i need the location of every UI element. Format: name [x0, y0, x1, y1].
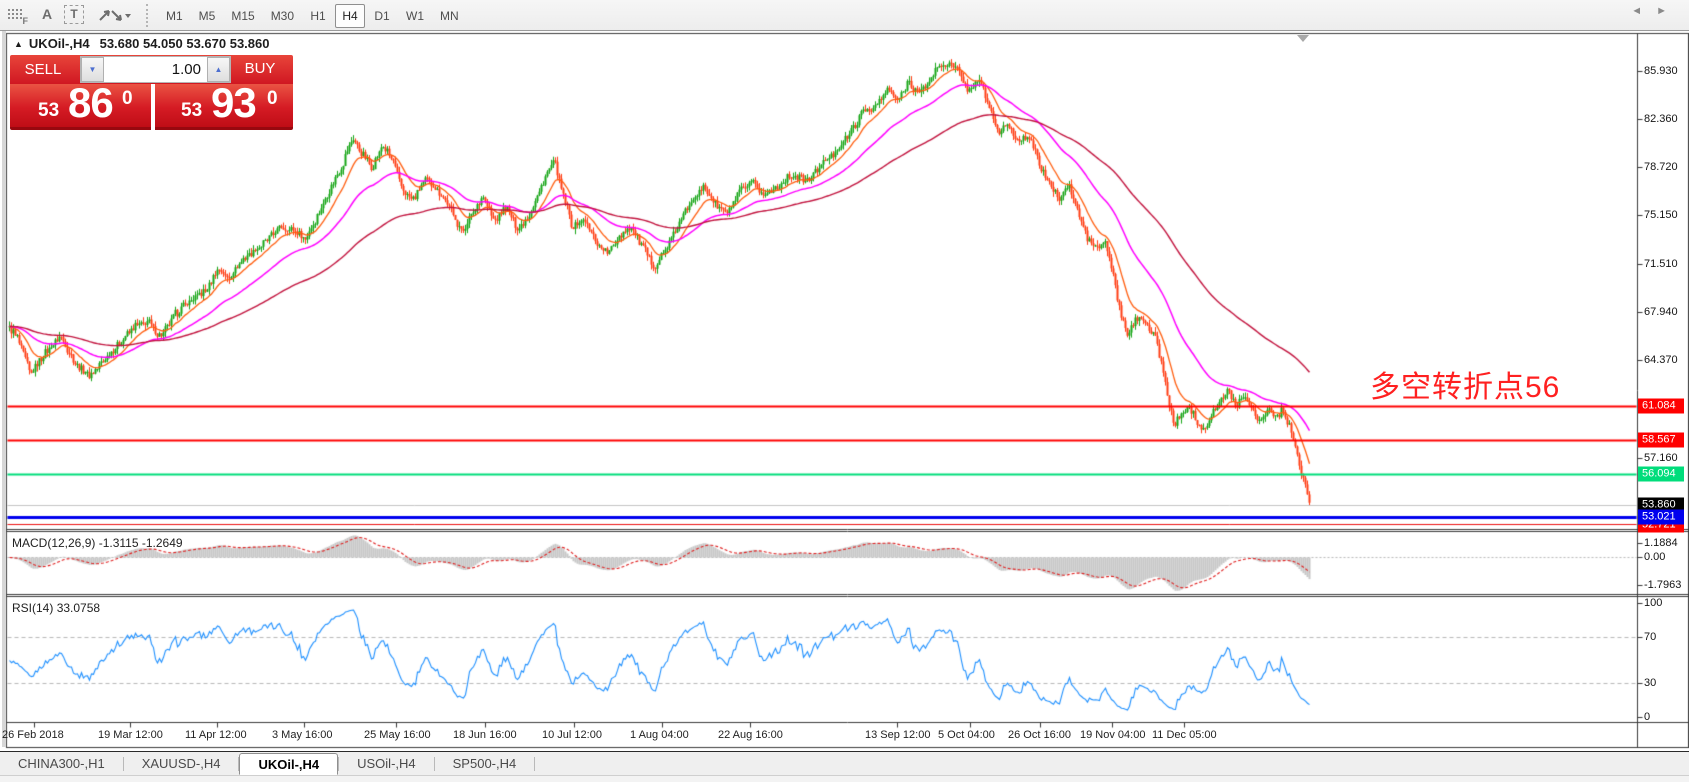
price-tick-label: 71.510: [1644, 258, 1678, 270]
price-badge-56.094: 56.094: [1638, 467, 1684, 482]
timeframe-button-h4[interactable]: H4: [335, 4, 365, 28]
timeframe-button-mn[interactable]: MN: [433, 4, 466, 28]
price-tick-label: 85.930: [1644, 65, 1678, 77]
indicator-tick-label: 70: [1644, 631, 1656, 643]
sell-price-sup: 0: [122, 88, 133, 110]
one-click-trade-panel: SELL ▼ ▲ BUY 53 86 0 53 93 0: [10, 55, 293, 130]
chart-tab-xauusdh4[interactable]: XAUUSD-,H4: [124, 752, 239, 775]
macd-label: MACD(12,26,9) -1.3115 -1.2649: [12, 536, 183, 550]
timeframe-button-m30[interactable]: M30: [264, 4, 301, 28]
text-box-icon[interactable]: T: [64, 5, 84, 24]
date-tick-label: 18 Jun 16:00: [453, 729, 517, 741]
date-tick-label: 19 Mar 12:00: [98, 729, 163, 741]
buy-button[interactable]: BUY: [227, 60, 293, 77]
macd-name: MACD(12,26,9): [12, 536, 95, 550]
quote-row: 53 86 0 53 93 0: [10, 84, 293, 130]
price-badge-58.567: 58.567: [1638, 433, 1684, 448]
price-badge-61.084: 61.084: [1638, 399, 1684, 414]
date-tick-label: 3 May 16:00: [272, 729, 333, 741]
cursor-arrows-icon[interactable]: [96, 6, 132, 24]
price-tick-label: 64.370: [1644, 354, 1678, 366]
chart-tab-china300h1[interactable]: CHINA300-,H1: [0, 752, 123, 775]
date-tick-label: 1 Aug 04:00: [630, 729, 689, 741]
macd-value-2: -1.2649: [142, 536, 183, 550]
tab-separator: [534, 757, 535, 771]
timeframe-button-m15[interactable]: M15: [224, 4, 261, 28]
timeframe-button-w1[interactable]: W1: [399, 4, 431, 28]
sell-quote[interactable]: 53 86 0: [10, 84, 151, 130]
buy-price-sup: 0: [267, 88, 278, 110]
sell-price-big: 86: [68, 79, 113, 127]
chart-tab-sp500h4[interactable]: SP500-,H4: [435, 752, 535, 775]
buy-quote[interactable]: 53 93 0: [155, 84, 293, 130]
tab-scroll-right-icon[interactable]: ►: [1656, 5, 1681, 17]
volume-input[interactable]: [104, 57, 207, 82]
date-tick-label: 5 Oct 04:00: [938, 729, 995, 741]
timeframe-button-m1[interactable]: M1: [159, 4, 190, 28]
timeframe-button-d1[interactable]: D1: [367, 4, 397, 28]
price-badge-53.021: 53.021: [1638, 510, 1684, 525]
grid-f-letter: F: [23, 16, 29, 26]
top-toolbar: F A T M1M5M15M30H1H4D1W1MN: [0, 0, 1689, 31]
chart-tab-ukoilh4[interactable]: UKOil-,H4: [239, 753, 338, 775]
indicator-tick-label: 100: [1644, 597, 1662, 609]
buy-price-big: 93: [211, 79, 256, 127]
status-bar: [0, 775, 1689, 782]
indicator-tick-label: 0: [1644, 711, 1650, 723]
window-frame-edge: [2, 31, 6, 747]
tab-scroll-arrows[interactable]: ◄►: [1631, 5, 1681, 17]
date-tick-label: 22 Aug 16:00: [718, 729, 783, 741]
rsi-value: 33.0758: [57, 601, 100, 615]
price-tick-label: 78.720: [1644, 161, 1678, 173]
chart-title: ▲ UKOil-,H4 53.680 54.050 53.670 53.860: [14, 36, 269, 51]
toolbar-separator: [146, 4, 151, 27]
date-tick-label: 26 Feb 2018: [2, 729, 64, 741]
indicator-tick-label: 30: [1644, 677, 1656, 689]
date-tick-label: 13 Sep 12:00: [865, 729, 930, 741]
date-tick-label: 26 Oct 16:00: [1008, 729, 1071, 741]
date-tick-label: 11 Apr 12:00: [185, 729, 247, 741]
last-bar-marker-icon[interactable]: [1297, 35, 1309, 42]
date-tick-label: 11 Dec 05:00: [1152, 729, 1217, 741]
indicator-tick-label: 1.1884: [1644, 537, 1678, 549]
chart-tab-usoilh4[interactable]: USOil-,H4: [339, 752, 434, 775]
ohlc-values: 53.680 54.050 53.670 53.860: [100, 36, 270, 51]
tab-scroll-left-icon[interactable]: ◄: [1631, 5, 1656, 17]
collapse-triangle-icon[interactable]: ▲: [14, 39, 23, 49]
price-tick-label: 75.150: [1644, 209, 1678, 221]
indicator-tick-label: -1.7963: [1644, 579, 1681, 591]
price-tick-label: 82.360: [1644, 113, 1678, 125]
timeframe-button-h1[interactable]: H1: [303, 4, 333, 28]
indicator-tick-label: 0.00: [1644, 551, 1665, 563]
date-tick-label: 10 Jul 12:00: [542, 729, 602, 741]
price-tick-label: 67.940: [1644, 306, 1678, 318]
rsi-name: RSI(14): [12, 601, 53, 615]
mt4-terminal: F A T M1M5M15M30H1H4D1W1MN ▲ UKOil-,H4 53.…: [0, 0, 1689, 782]
buy-price-small: 53: [181, 100, 202, 122]
chart-shift-grid-icon[interactable]: F: [8, 7, 28, 23]
sell-button[interactable]: SELL: [10, 61, 76, 78]
timeframe-buttons: M1M5M15M30H1H4D1W1MN: [158, 2, 467, 29]
macd-value-1: -1.3115: [99, 536, 139, 550]
symbol-name: UKOil-,H4: [29, 36, 90, 51]
rsi-label: RSI(14) 33.0758: [12, 601, 100, 615]
chart-tab-bar: CHINA300-,H1XAUUSD-,H4UKOil-,H4USOil-,H4…: [0, 751, 1689, 775]
chinese-annotation: 多空转折点56: [1370, 362, 1560, 406]
date-tick-label: 25 May 16:00: [364, 729, 431, 741]
date-tick-label: 19 Nov 04:00: [1080, 729, 1145, 741]
grid-dots: [8, 7, 23, 19]
timeframe-button-m5[interactable]: M5: [192, 4, 223, 28]
sell-price-small: 53: [38, 100, 59, 122]
arrows-glyph: [96, 6, 132, 24]
text-label-icon[interactable]: A: [38, 6, 56, 22]
price-tick-label: 57.160: [1644, 452, 1678, 464]
